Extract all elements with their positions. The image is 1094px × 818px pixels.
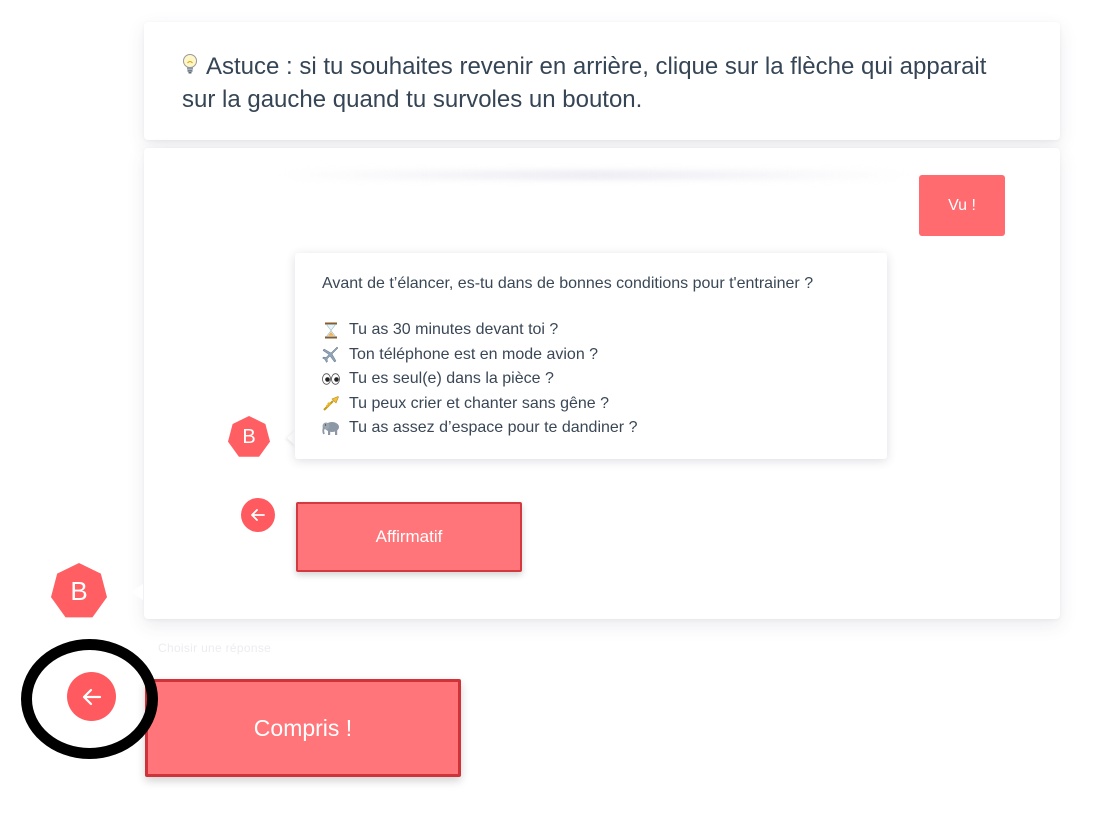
back-arrow-button[interactable] <box>67 672 116 721</box>
checklist-item: Tu peux crier et chanter sans gêne ? <box>322 392 860 417</box>
checklist-text: Tu as assez d’espace pour te dandiner ? <box>349 419 638 437</box>
checklist-item: Tu as assez d’espace pour te dandiner ? <box>322 416 860 441</box>
checklist-text: Tu as 30 minutes devant toi ? <box>349 321 559 339</box>
arrow-left-icon <box>82 688 101 705</box>
tip-text: Astuce : si tu souhaites revenir en arri… <box>182 53 987 113</box>
chat-panel: Vu ! Avant de t’élancer, es-tu dans de b… <box>144 148 1060 619</box>
bot-avatar: B <box>51 563 107 618</box>
previous-answer-button[interactable]: Vu ! <box>919 175 1005 236</box>
hourglass-icon <box>322 321 340 339</box>
faint-prompt-label: Choisir une réponse <box>158 641 272 655</box>
checklist-item: Tu es seul(e) dans la pièce ? <box>322 367 860 392</box>
arrow-left-icon <box>251 509 265 521</box>
bot-avatar: B <box>228 416 270 457</box>
bubble-tail <box>131 584 143 600</box>
compris-button[interactable]: Compris ! <box>145 679 461 777</box>
checklist-item: Ton téléphone est en mode avion ? <box>322 343 860 368</box>
checklist-text: Tu peux crier et chanter sans gêne ? <box>349 394 609 412</box>
airplane-icon <box>322 346 340 364</box>
tip-card: Astuce : si tu souhaites revenir en arri… <box>144 22 1060 140</box>
eyes-icon <box>322 370 340 388</box>
message-intro: Avant de t’élancer, es-tu dans de bonnes… <box>322 275 814 292</box>
bot-message-bubble: Avant de t’élancer, es-tu dans de bonnes… <box>295 253 887 459</box>
checklist-text: Tu es seul(e) dans la pièce ? <box>349 370 554 388</box>
divider <box>279 170 909 180</box>
affirmatif-button[interactable]: Affirmatif <box>296 502 522 572</box>
trumpet-icon <box>322 395 340 413</box>
checklist-item: Tu as 30 minutes devant toi ? <box>322 318 860 343</box>
lightbulb-icon <box>182 53 198 77</box>
checklist-text: Ton téléphone est en mode avion ? <box>349 345 599 363</box>
back-arrow-button[interactable] <box>241 498 275 532</box>
elephant-icon <box>322 419 340 437</box>
